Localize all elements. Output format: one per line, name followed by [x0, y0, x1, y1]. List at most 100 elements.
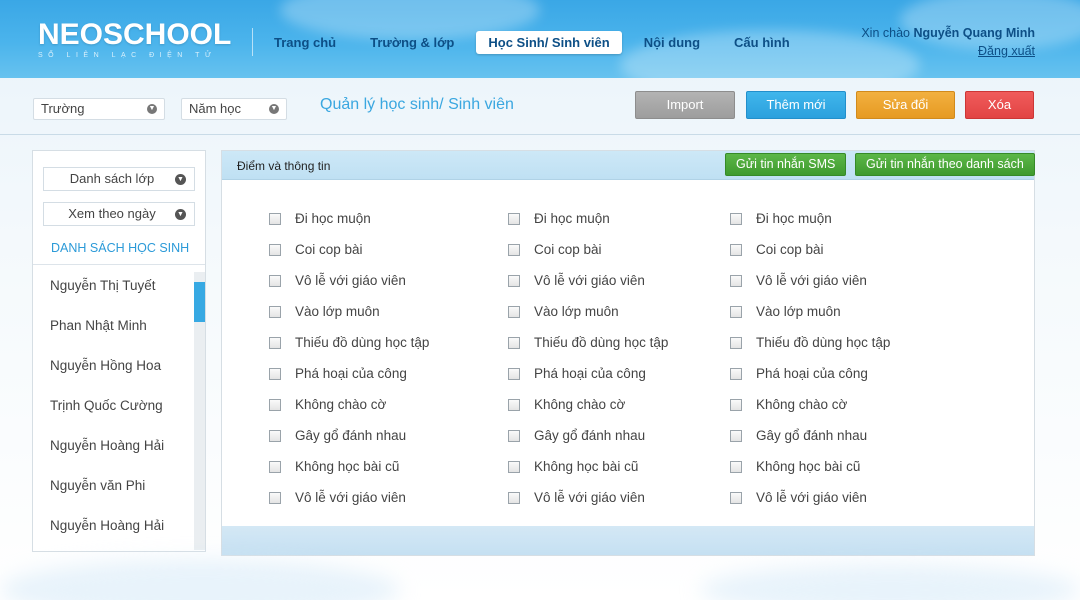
nav-content[interactable]: Nội dung	[632, 31, 712, 54]
toolbar: Trường ▼ Năm học ▼ Quản lý học sinh/ Sin…	[0, 78, 1080, 135]
checkbox[interactable]	[730, 492, 742, 504]
send-sms-list-button[interactable]: Gửi tin nhắn theo danh sách	[855, 153, 1035, 176]
nav-settings[interactable]: Cấu hình	[722, 31, 802, 54]
year-select-value: Năm học	[189, 101, 242, 116]
send-sms-button[interactable]: Gửi tin nhắn SMS	[725, 153, 847, 176]
student-item[interactable]: Nguyễn văn Phi	[33, 466, 193, 506]
checkbox[interactable]	[508, 306, 520, 318]
nav-schools-classes[interactable]: Trường & lớp	[358, 31, 466, 54]
checkbox[interactable]	[269, 275, 281, 287]
background-cloud	[700, 565, 1080, 600]
checkbox[interactable]	[508, 337, 520, 349]
checkbox-item[interactable]: Vô lễ với giáo viên	[730, 489, 890, 520]
checkbox[interactable]	[269, 306, 281, 318]
import-button[interactable]: Import	[635, 91, 735, 119]
checkbox-label: Vào lớp muôn	[756, 304, 841, 319]
checkbox-item[interactable]: Không học bài cũ	[269, 458, 429, 489]
checkbox[interactable]	[269, 337, 281, 349]
checkbox[interactable]	[269, 461, 281, 473]
checkbox[interactable]	[508, 461, 520, 473]
checkbox-column-3: Đi học muộn Coi cop bài Vô lễ với giáo v…	[730, 210, 890, 520]
checkbox[interactable]	[730, 244, 742, 256]
checkbox-item[interactable]: Coi cop bài	[508, 241, 668, 272]
checkbox-item[interactable]: Vào lớp muôn	[730, 303, 890, 334]
checkbox-item[interactable]: Vào lớp muôn	[269, 303, 429, 334]
checkbox-item[interactable]: Đi học muộn	[730, 210, 890, 241]
add-button[interactable]: Thêm mới	[746, 91, 846, 119]
checkbox[interactable]	[508, 213, 520, 225]
checkbox[interactable]	[730, 430, 742, 442]
checkbox-item[interactable]: Đi học muộn	[508, 210, 668, 241]
student-item[interactable]: Nguyễn Thị Tuyết	[33, 266, 193, 306]
checkbox[interactable]	[508, 368, 520, 380]
checkbox-item[interactable]: Thiếu đồ dùng học tập	[730, 334, 890, 365]
edit-button[interactable]: Sửa đổi	[856, 91, 955, 119]
checkbox-item[interactable]: Gây gổ đánh nhau	[508, 427, 668, 458]
checkbox[interactable]	[508, 430, 520, 442]
checkbox-item[interactable]: Không chào cờ	[269, 396, 429, 427]
checkbox-label: Thiếu đồ dùng học tập	[534, 335, 669, 350]
checkbox-item[interactable]: Vô lễ với giáo viên	[269, 272, 429, 303]
checkbox-item[interactable]: Vô lễ với giáo viên	[508, 272, 668, 303]
checkbox-item[interactable]: Không chào cờ	[730, 396, 890, 427]
checkbox[interactable]	[269, 399, 281, 411]
chevron-down-icon: ▼	[175, 174, 186, 185]
view-by-date-select-value: Xem theo ngày	[68, 206, 156, 221]
checkbox[interactable]	[269, 430, 281, 442]
student-item[interactable]: Phan Nhật Minh	[33, 306, 193, 346]
checkbox-item[interactable]: Coi cop bài	[730, 241, 890, 272]
checkbox[interactable]	[730, 275, 742, 287]
checkbox-label: Vào lớp muôn	[534, 304, 619, 319]
checkbox[interactable]	[508, 399, 520, 411]
student-item[interactable]: Nguyễn Hồng Hoa	[33, 346, 193, 386]
checkbox[interactable]	[508, 244, 520, 256]
checkbox-item[interactable]: Đi học muộn	[269, 210, 429, 241]
checkbox-item[interactable]: Không học bài cũ	[508, 458, 668, 489]
checkbox[interactable]	[269, 244, 281, 256]
checkbox-item[interactable]: Phá hoại của công	[269, 365, 429, 396]
user-greeting: Xin chào Nguyễn Quang Minh Đăng xuất	[861, 24, 1035, 60]
checkbox[interactable]	[730, 306, 742, 318]
logo-tagline: SỔ LIÊN LẠC ĐIỆN TỬ	[38, 52, 217, 59]
delete-button[interactable]: Xóa	[965, 91, 1034, 119]
checkbox-item[interactable]: Không học bài cũ	[730, 458, 890, 489]
logo[interactable]: NEOSCHOOL SỔ LIÊN LẠC ĐIỆN TỬ	[38, 20, 231, 60]
checkbox-label: Phá hoại của công	[295, 366, 407, 381]
checkbox[interactable]	[269, 368, 281, 380]
checkbox-label: Vào lớp muôn	[295, 304, 380, 319]
logout-link[interactable]: Đăng xuất	[861, 42, 1035, 60]
checkbox[interactable]	[730, 399, 742, 411]
nav-home[interactable]: Trang chủ	[262, 31, 348, 54]
view-by-date-select[interactable]: Xem theo ngày ▼	[43, 202, 195, 226]
checkbox-item[interactable]: Vô lễ với giáo viên	[269, 489, 429, 520]
checkbox[interactable]	[730, 213, 742, 225]
student-item[interactable]: Nguyễn Hoàng Hải	[33, 506, 193, 546]
checkbox[interactable]	[269, 492, 281, 504]
nav-students[interactable]: Học Sinh/ Sinh viên	[476, 31, 622, 54]
checkbox[interactable]	[508, 275, 520, 287]
school-select[interactable]: Trường ▼	[33, 98, 165, 120]
year-select[interactable]: Năm học ▼	[181, 98, 287, 120]
checkbox-item[interactable]: Coi cop bài	[269, 241, 429, 272]
checkbox[interactable]	[730, 337, 742, 349]
checkbox[interactable]	[269, 213, 281, 225]
class-list-select[interactable]: Danh sách lớp ▼	[43, 167, 195, 191]
checkbox-item[interactable]: Thiếu đồ dùng học tập	[508, 334, 668, 365]
checkbox-item[interactable]: Vô lễ với giáo viên	[730, 272, 890, 303]
checkbox-item[interactable]: Không chào cờ	[508, 396, 668, 427]
student-item[interactable]: Trịnh Quốc Cường	[33, 386, 193, 426]
checkbox-item[interactable]: Gây gổ đánh nhau	[269, 427, 429, 458]
checkbox-item[interactable]: Gây gổ đánh nhau	[730, 427, 890, 458]
checkbox-item[interactable]: Phá hoại của công	[730, 365, 890, 396]
checkbox-item[interactable]: Phá hoại của công	[508, 365, 668, 396]
checkbox[interactable]	[508, 492, 520, 504]
checkbox-item[interactable]: Vào lớp muôn	[508, 303, 668, 334]
scrollbar-thumb[interactable]	[194, 282, 205, 322]
class-list-select-value: Danh sách lớp	[69, 171, 155, 186]
checkbox[interactable]	[730, 461, 742, 473]
checkbox-item[interactable]: Thiếu đồ dùng học tập	[269, 334, 429, 365]
main-nav: Trang chủ Trường & lớp Học Sinh/ Sinh vi…	[262, 31, 812, 54]
checkbox[interactable]	[730, 368, 742, 380]
checkbox-item[interactable]: Vô lễ với giáo viên	[508, 489, 668, 520]
student-item[interactable]: Nguyễn Hoàng Hải	[33, 426, 193, 466]
